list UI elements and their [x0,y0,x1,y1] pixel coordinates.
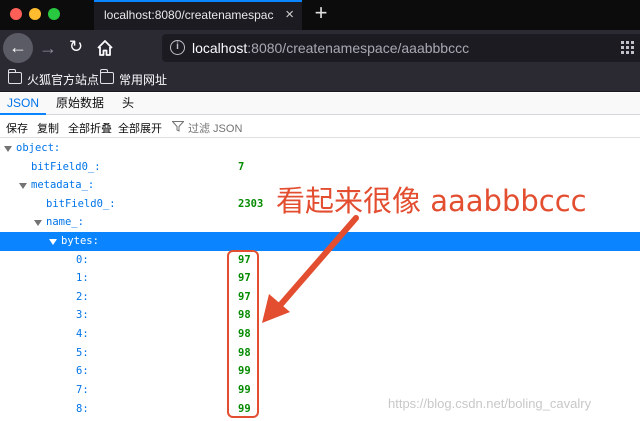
tab-headers[interactable]: 头 [114,93,142,115]
tree-row[interactable]: 5: 98 [0,344,640,363]
annotation-text: 看起来很像 aaabbbccc [276,184,587,218]
tree-key: 8: [76,403,89,415]
tab-title: localhost:8080/createnamespace/aaabbbccc [104,8,274,22]
reload-button[interactable]: ↻ [66,36,86,58]
expand-arrow-icon[interactable] [34,220,42,226]
url-bar[interactable]: i localhost:8080/createnamespace/aaabbbc… [162,34,640,62]
tab-close-icon[interactable]: × [285,6,294,24]
info-icon[interactable]: i [170,40,185,55]
tree-key: 2: [76,291,89,303]
expand-all-button[interactable]: 全部展开 [118,120,162,136]
tree-key: 4: [76,328,89,340]
tree-key: name_: [46,216,84,228]
folder-icon [7,69,22,84]
expand-arrow-icon[interactable] [49,239,57,245]
back-button[interactable]: ← [3,33,33,63]
bookmark-firefox-site[interactable]: 火狐官方站点 [7,69,108,88]
tree-row[interactable]: 2: 97 [0,288,640,307]
highlight-box [227,250,259,418]
tree-key: bytes: [61,235,99,247]
title-bar: localhost:8080/createnamespace/aaabbbccc… [0,0,640,30]
forward-button[interactable]: → [38,37,58,59]
url-path: :8080/createnamespace/aaabbbccc [247,40,470,56]
tree-row[interactable]: 1: 97 [0,269,640,288]
copy-button[interactable]: 复制 [37,120,59,136]
tree-row[interactable]: object: [0,139,640,158]
bookmark-common-sites[interactable]: 常用网址 [99,69,170,88]
bookmark-label: 常用网址 [119,73,168,87]
tree-row[interactable]: 6: 99 [0,362,640,381]
tab-json[interactable]: JSON [0,93,46,115]
expand-arrow-icon[interactable] [4,146,12,152]
filter-placeholder: 过滤 JSON [188,123,243,135]
close-window-button[interactable] [10,8,22,20]
tree-value: 2303 [238,198,264,210]
tree-key: bitField0_: [46,198,116,210]
watermark: https://blog.csdn.net/boling_cavalry [388,396,592,411]
folder-icon [99,69,114,84]
tree-key: 5: [76,347,89,359]
tree-row[interactable]: 0: 97 [0,251,640,270]
url-host: localhost [192,40,248,56]
tree-key: 6: [76,365,89,377]
json-toolbar: 保存 复制 全部折叠 全部展开 过滤 JSON [0,116,640,138]
new-tab-button[interactable]: + [310,1,332,25]
tree-key: metadata_: [31,179,95,191]
zoom-window-button[interactable] [48,8,60,20]
tree-row-selected[interactable]: bytes: [0,232,640,251]
bookmarks-bar: 火狐官方站点 常用网址 [0,66,640,92]
tree-key: 1: [76,272,89,284]
tree-key: 7: [76,384,89,396]
filter-icon [172,121,184,132]
tree-key: 3: [76,309,89,321]
tree-key: object: [16,142,61,154]
navigation-bar: ← → ↻ i localhost:8080/createnamespace/a… [0,30,640,66]
browser-tab[interactable]: localhost:8080/createnamespace/aaabbbccc… [94,0,302,30]
tree-value: 7 [238,161,245,173]
tree-row[interactable]: 4: 98 [0,325,640,344]
minimize-window-button[interactable] [29,8,41,20]
expand-arrow-icon[interactable] [19,183,27,189]
home-icon[interactable] [95,38,115,58]
json-viewer-tabs: JSON 原始数据 头 [0,93,640,115]
page-actions-icon[interactable] [620,40,636,56]
save-button[interactable]: 保存 [6,120,28,136]
bookmark-label: 火狐官方站点 [27,73,100,87]
collapse-all-button[interactable]: 全部折叠 [68,120,112,136]
tree-row[interactable]: 3: 98 [0,306,640,325]
tree-key: bitField0_: [31,161,101,173]
tab-raw-data[interactable]: 原始数据 [52,93,108,115]
tree-key: 0: [76,254,89,266]
url-text: localhost:8080/createnamespace/aaabbbccc [192,40,469,56]
tree-row[interactable]: bitField0_: 7 [0,158,640,177]
